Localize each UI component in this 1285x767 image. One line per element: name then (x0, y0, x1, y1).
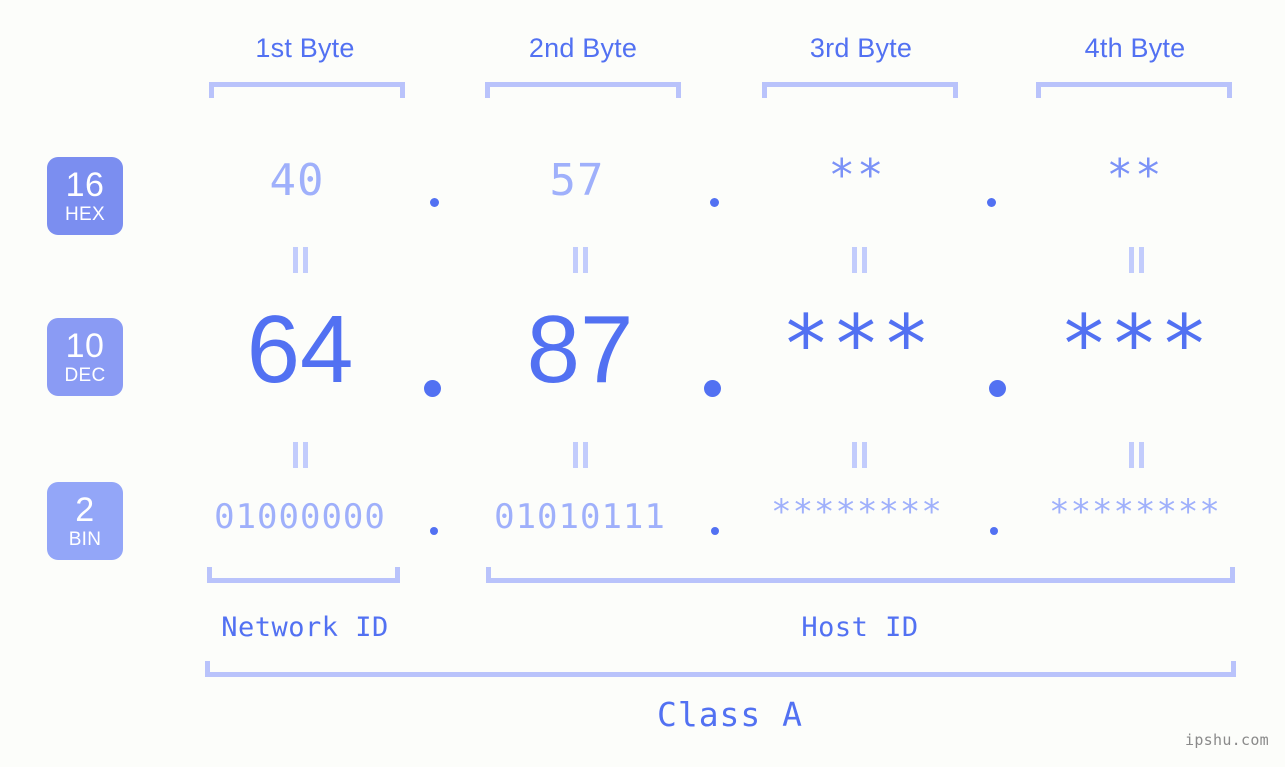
equality-connector-dec-bin-1 (292, 442, 309, 468)
equality-connector-hex-dec-1 (292, 247, 309, 273)
base-badge-hex-number: 16 (65, 166, 105, 204)
dec-byte-1: 64 (200, 295, 400, 405)
equality-connector-dec-bin-3 (851, 442, 868, 468)
byte-header-2: 2nd Byte (483, 33, 683, 64)
host-id-label-text: Host ID (801, 612, 919, 643)
network-id-label-text: Network ID (221, 612, 389, 643)
bin-byte-1-value: 01000000 (214, 497, 386, 537)
byte-bracket-top-1 (209, 82, 405, 98)
equality-connector-dec-bin-2 (572, 442, 589, 468)
byte-header-3: 3rd Byte (761, 33, 961, 64)
byte-header-4: 4th Byte (1035, 33, 1235, 64)
equality-connector-dec-bin-4 (1128, 442, 1145, 468)
site-watermark: ipshu.com (1185, 731, 1269, 749)
base-badge-dec-number: 10 (65, 327, 105, 365)
base-badge-bin: 2 BIN (47, 482, 123, 560)
dec-byte-4-value: *** (1059, 298, 1211, 391)
dec-byte-2-value: 87 (526, 296, 634, 403)
hex-byte-1: 40 (197, 155, 397, 206)
network-id-bracket (207, 567, 400, 583)
bin-byte-4-value: ******** (1049, 492, 1221, 532)
bin-separator-dot-3 (990, 527, 998, 535)
equality-connector-hex-dec-3 (851, 247, 868, 273)
dec-byte-3-value: *** (781, 298, 933, 391)
bin-byte-2: 01010111 (480, 497, 680, 537)
site-watermark-text: ipshu.com (1185, 731, 1269, 749)
base-badge-dec: 10 DEC (47, 318, 123, 396)
bin-separator-dot-1 (430, 527, 438, 535)
bin-byte-1: 01000000 (200, 497, 400, 537)
host-id-bracket (486, 567, 1235, 583)
network-id-label: Network ID (205, 612, 405, 643)
byte-bracket-top-3 (762, 82, 958, 98)
ip-byte-breakdown-diagram: 1st Byte 2nd Byte 3rd Byte 4th Byte 16 H… (0, 0, 1285, 767)
class-label-text: Class A (656, 695, 804, 734)
equality-connector-hex-dec-4 (1128, 247, 1145, 273)
host-id-label: Host ID (760, 612, 960, 643)
byte-header-1: 1st Byte (205, 33, 405, 64)
dec-byte-2: 87 (480, 295, 680, 405)
hex-byte-4: ** (1035, 150, 1235, 201)
base-badge-bin-number: 2 (75, 491, 95, 529)
hex-byte-2: 57 (477, 155, 677, 206)
base-badge-dec-name: DEC (64, 365, 106, 386)
dec-byte-4: *** (1035, 298, 1235, 391)
dec-byte-3: *** (757, 298, 957, 391)
hex-separator-dot-2 (710, 198, 719, 207)
byte-bracket-top-4 (1036, 82, 1232, 98)
byte-header-1-label: 1st Byte (255, 33, 355, 63)
bin-byte-3-value: ******** (771, 492, 943, 532)
hex-separator-dot-1 (430, 198, 439, 207)
hex-byte-1-value: 40 (269, 155, 325, 206)
base-badge-bin-name: BIN (68, 529, 102, 550)
hex-byte-4-value: ** (1106, 150, 1164, 201)
byte-header-4-label: 4th Byte (1084, 33, 1186, 63)
byte-bracket-top-2 (485, 82, 681, 98)
hex-byte-2-value: 57 (549, 155, 605, 206)
base-badge-hex-name: HEX (65, 204, 105, 225)
class-bracket (205, 661, 1236, 677)
class-label: Class A (620, 695, 840, 734)
hex-byte-3-value: ** (828, 150, 886, 201)
base-badge-hex: 16 HEX (47, 157, 123, 235)
dec-byte-1-value: 64 (246, 296, 354, 403)
dec-separator-dot-2 (704, 380, 721, 397)
byte-header-3-label: 3rd Byte (809, 33, 913, 63)
dec-separator-dot-3 (989, 380, 1006, 397)
hex-byte-3: ** (757, 150, 957, 201)
bin-byte-3: ******** (757, 492, 957, 532)
dec-separator-dot-1 (424, 380, 441, 397)
bin-separator-dot-2 (711, 527, 719, 535)
bin-byte-4: ******** (1035, 492, 1235, 532)
hex-separator-dot-3 (987, 198, 996, 207)
equality-connector-hex-dec-2 (572, 247, 589, 273)
byte-header-2-label: 2nd Byte (528, 33, 638, 63)
bin-byte-2-value: 01010111 (494, 497, 666, 537)
